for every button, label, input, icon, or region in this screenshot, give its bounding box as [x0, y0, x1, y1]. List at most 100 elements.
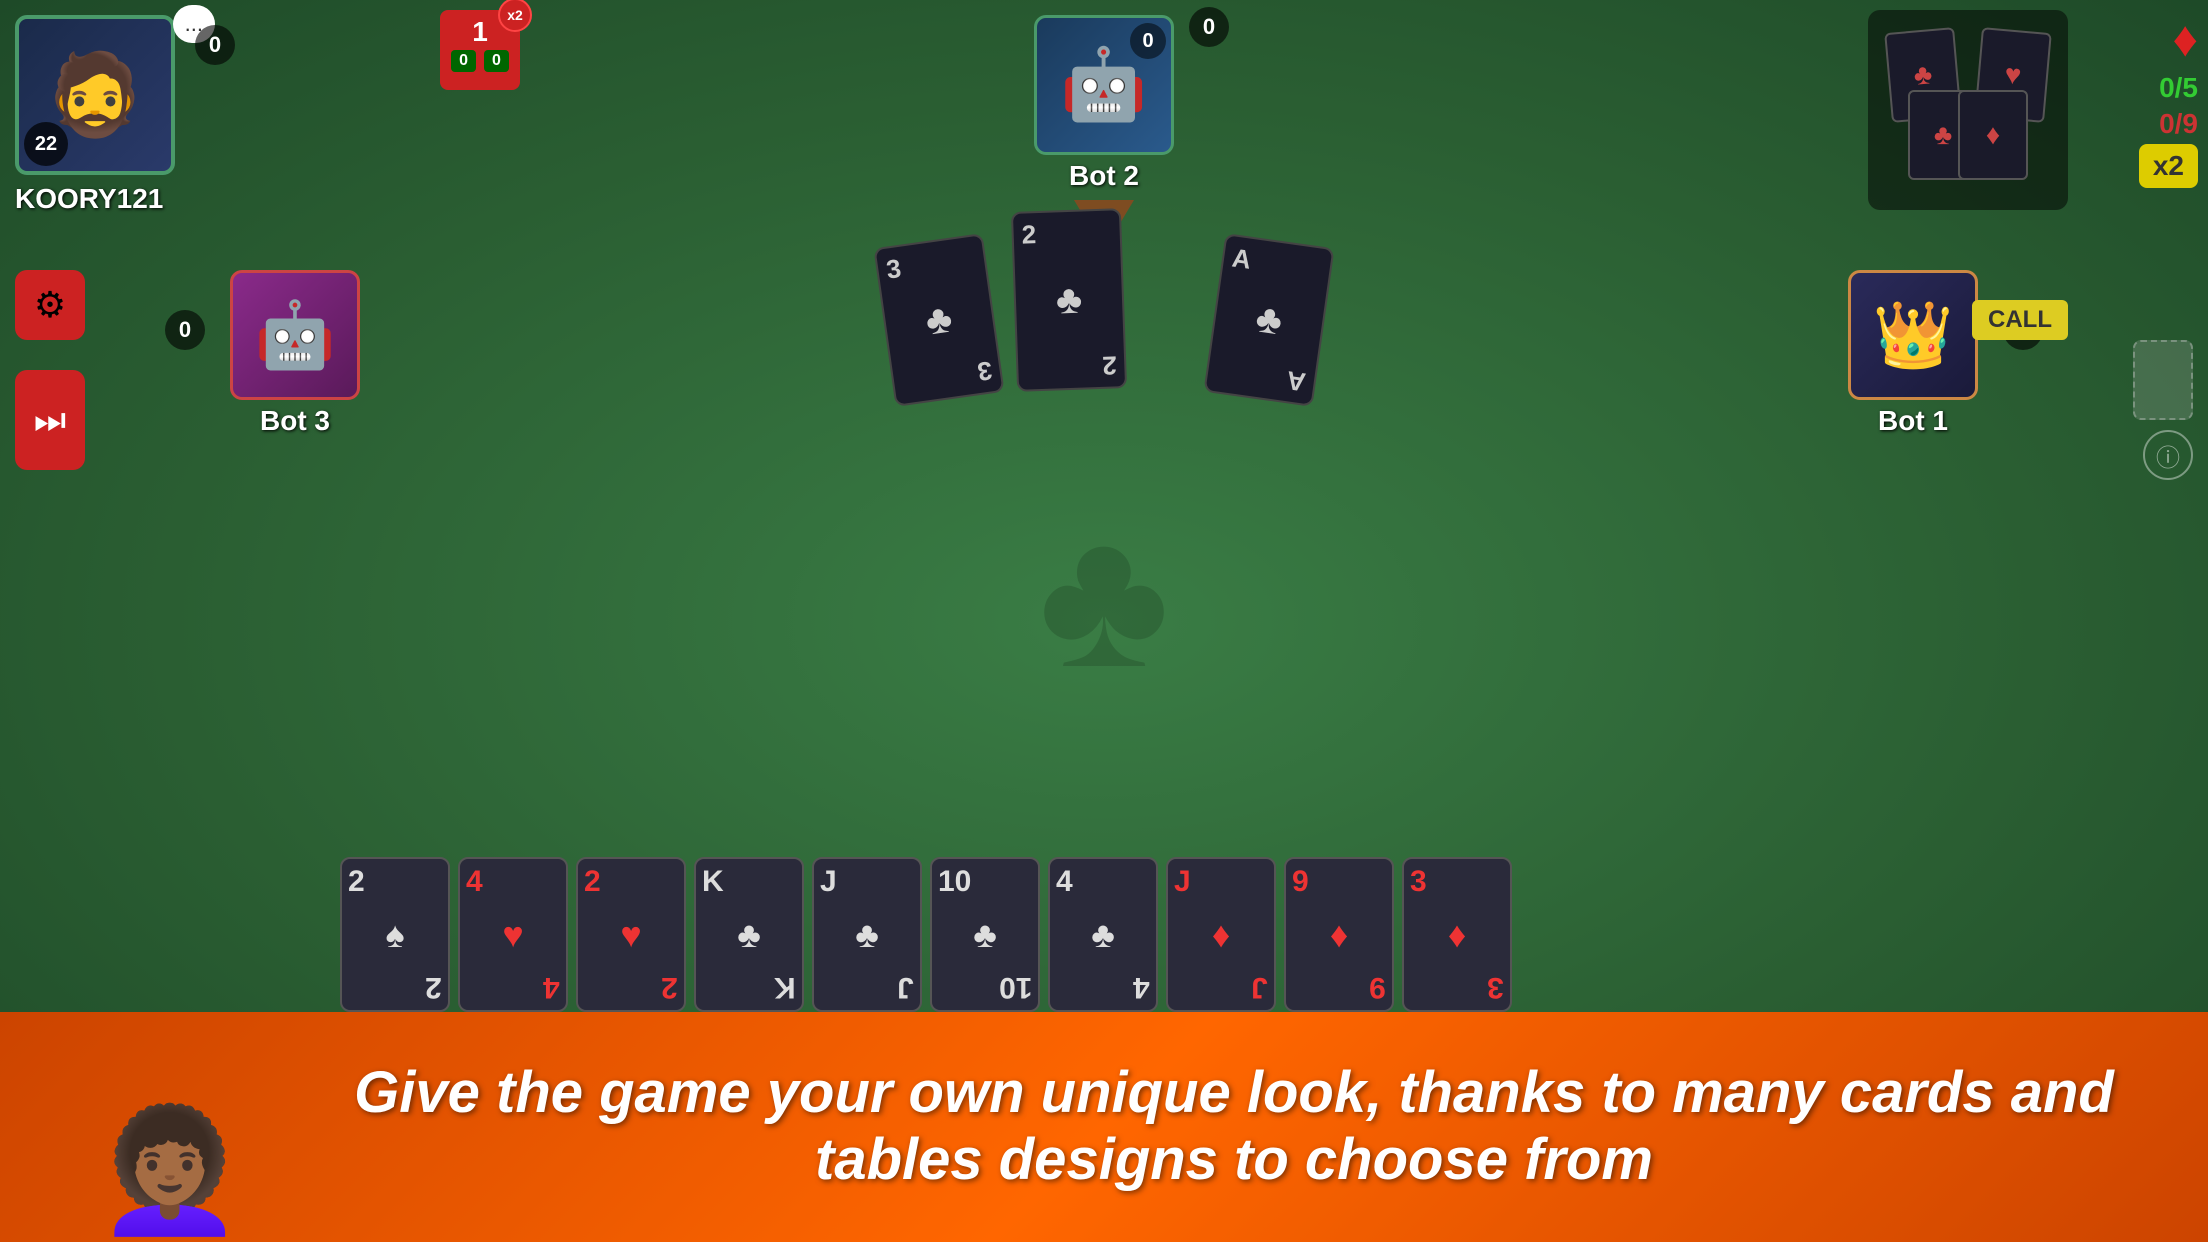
- bot2-name: Bot 2: [1069, 160, 1139, 192]
- card-ace-clubs[interactable]: A ♣ A: [1203, 233, 1334, 407]
- suit: ♣: [737, 914, 761, 956]
- bot2-area: 🤖 0 0 Bot 2: [1034, 15, 1174, 192]
- card-rank-bottom: A: [1285, 367, 1307, 395]
- banner-text: Give the game your own unique look, than…: [300, 1060, 2168, 1193]
- rank-bottom: J: [897, 972, 914, 1002]
- card-rank-bottom: 2: [1101, 352, 1116, 378]
- rank-top: J: [820, 867, 837, 897]
- suit: ♣: [1091, 914, 1115, 956]
- bot2-score-badge: 0: [1189, 7, 1229, 47]
- rank-top: 3: [1410, 867, 1427, 897]
- card-placeholder: [2133, 340, 2193, 420]
- card-2-clubs[interactable]: 2 ♣ 2: [1011, 208, 1127, 392]
- skip-button[interactable]: ⏭: [15, 370, 85, 470]
- sidebar: ⚙ ⏭: [15, 270, 85, 470]
- rank-bottom: K: [774, 972, 796, 1002]
- rank-top: 9: [1292, 867, 1309, 897]
- hand-card-1[interactable]: 2 ♠ 2: [340, 857, 450, 1012]
- score-sub: 0 0: [451, 50, 509, 72]
- card-rank-top: A: [1231, 244, 1253, 272]
- suit: ♦: [1212, 914, 1230, 956]
- rank-bottom: J: [1251, 972, 1268, 1002]
- rank-bottom: 4: [543, 972, 560, 1002]
- player-level: 22: [24, 122, 68, 166]
- suit: ♣: [855, 914, 879, 956]
- suit: ♥: [620, 914, 641, 956]
- club-watermark: ♣: [1038, 483, 1169, 713]
- deck-cards: ♣ ♥ ♣ ♦: [1888, 30, 2048, 190]
- player-name: KOORY121: [15, 183, 163, 215]
- rank-top: 10: [938, 867, 971, 897]
- rank-bottom: 9: [1369, 972, 1386, 1002]
- bot1-avatar: 👑: [1848, 270, 1978, 400]
- bot2-icon: 🤖: [1060, 44, 1147, 126]
- scoreboard: x2 1 0 0: [440, 10, 520, 90]
- sub1: 0: [451, 50, 476, 72]
- bot3-name: Bot 3: [260, 405, 330, 437]
- rank-bottom: 3: [1487, 972, 1504, 1002]
- player-hand: 2 ♠ 2 4 ♥ 4 2 ♥ 2 K ♣ K J ♣ J 10 ♣ 10: [340, 857, 2188, 1012]
- hand-card-6[interactable]: 10 ♣ 10: [930, 857, 1040, 1012]
- bot2-avatar: 🤖 0: [1034, 15, 1174, 155]
- diamond-icon: ♦: [2172, 10, 2198, 68]
- player-score-badge: 0: [195, 25, 235, 65]
- score-main: 1: [472, 18, 488, 46]
- bot3-score-badge: 0: [165, 310, 205, 350]
- suit: ♥: [502, 914, 523, 956]
- hand-card-4[interactable]: K ♣ K: [694, 857, 804, 1012]
- stats-area: ♦ 0/5 0/9 x2: [2139, 10, 2198, 188]
- info-button[interactable]: ⓘ: [2143, 430, 2193, 480]
- bot3-avatar: 🤖: [230, 270, 360, 400]
- hand-card-2[interactable]: 4 ♥ 4: [458, 857, 568, 1012]
- suit: ♦: [1448, 914, 1466, 956]
- rank-bottom: 2: [661, 972, 678, 1002]
- stat-progress2: 0/9: [2159, 108, 2198, 140]
- multiplier-badge: x2: [2139, 144, 2198, 188]
- hand-card-7[interactable]: 4 ♣ 4: [1048, 857, 1158, 1012]
- card-rank-top: 3: [885, 255, 903, 283]
- card-3-clubs[interactable]: 3 ♣ 3: [873, 233, 1004, 407]
- suit: ♠: [385, 914, 404, 956]
- promotion-banner: 👩🏾‍🦱 Give the game your own unique look,…: [0, 1012, 2208, 1242]
- sub2: 0: [484, 50, 509, 72]
- game-table: ♣ x2 1 0 0 🤖 0 0 Bot 2 🧔 22: [0, 0, 2208, 1242]
- deck-area: ♣ ♥ ♣ ♦: [1868, 10, 2068, 210]
- rank-top: 4: [466, 867, 483, 897]
- card-suit: ♣: [923, 296, 955, 344]
- card-rank-bottom: 3: [975, 357, 993, 385]
- bot1-icon: 👑: [1873, 297, 1954, 373]
- hand-card-10[interactable]: 3 ♦ 3: [1402, 857, 1512, 1012]
- rank-bottom: 10: [999, 972, 1032, 1002]
- bot1-name: Bot 1: [1878, 405, 1948, 437]
- bot3-area: 🤖 0 Bot 3: [230, 270, 360, 437]
- banner-character: 👩🏾‍🦱: [40, 1012, 300, 1242]
- bot3-icon: 🤖: [255, 297, 336, 373]
- rank-bottom: 4: [1133, 972, 1150, 1002]
- card-suit: ♣: [1253, 296, 1285, 344]
- stat-progress1: 0/5: [2159, 72, 2198, 104]
- score-tile: x2 1 0 0: [440, 10, 520, 90]
- hand-card-3[interactable]: 2 ♥ 2: [576, 857, 686, 1012]
- rank-top: J: [1174, 867, 1191, 897]
- bot2-score: 0: [1130, 23, 1166, 59]
- settings-button[interactable]: ⚙: [15, 270, 85, 340]
- character-illustration: 👩🏾‍🦱: [95, 1102, 244, 1242]
- suit: ♦: [1330, 914, 1348, 956]
- rank-top: 2: [348, 867, 365, 897]
- player-avatar: 🧔 22: [15, 15, 175, 175]
- rank-top: 4: [1056, 867, 1073, 897]
- card-suit: ♣: [1055, 277, 1083, 323]
- hand-card-9[interactable]: 9 ♦ 9: [1284, 857, 1394, 1012]
- bot1-area: 👑 0 CALL Bot 1: [1848, 270, 1978, 437]
- deck-card-4: ♦: [1958, 90, 2028, 180]
- rank-top: 2: [584, 867, 601, 897]
- x2-badge: x2: [498, 0, 532, 32]
- call-badge: CALL: [1972, 300, 2068, 340]
- hand-card-8[interactable]: J ♦ J: [1166, 857, 1276, 1012]
- hand-card-5[interactable]: J ♣ J: [812, 857, 922, 1012]
- suit: ♣: [973, 914, 997, 956]
- player-area: 🧔 22 ... 0 KOORY121: [15, 15, 175, 215]
- card-rank-top: 2: [1021, 221, 1036, 247]
- rank-bottom: 2: [425, 972, 442, 1002]
- rank-top: K: [702, 867, 724, 897]
